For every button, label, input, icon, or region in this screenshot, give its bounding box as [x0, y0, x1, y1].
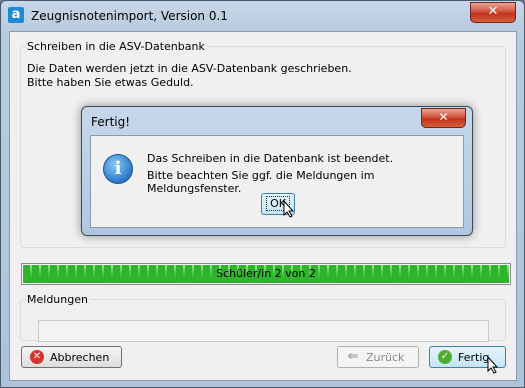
back-arrow-icon: ⇐	[347, 349, 359, 364]
title-bar[interactable]: a Zeugnisnotenimport, Version 0.1 ✕	[1, 1, 524, 31]
messages-legend: Meldungen	[25, 293, 90, 306]
back-button[interactable]: ⇐ Zurück	[337, 346, 419, 368]
progress-text: Schüler/in 2 von 2	[216, 267, 316, 280]
window-close-button[interactable]: ✕	[470, 2, 516, 23]
back-button-label: Zurück	[366, 351, 405, 364]
status-text-line1: Die Daten werden jetzt in die ASV-Datenb…	[27, 62, 352, 75]
progress-bar: Schüler/in 2 von 2	[21, 263, 511, 285]
finish-button-label: Fertig	[458, 351, 490, 364]
dialog-message-line1: Das Schreiben in die Datenbank ist beend…	[147, 152, 394, 165]
cancel-button[interactable]: ✕ Abbrechen	[21, 346, 122, 368]
dialog-title: Fertig!	[91, 115, 131, 129]
app-icon: a	[8, 7, 24, 23]
write-section-legend: Schreiben in die ASV-Datenbank	[25, 40, 207, 53]
check-icon: ✓	[438, 350, 452, 364]
cancel-button-label: Abbrechen	[50, 351, 110, 364]
messages-section: Meldungen	[20, 293, 506, 342]
mouse-cursor-icon	[487, 356, 499, 374]
dialog-close-button[interactable]: ✕	[421, 108, 466, 128]
cancel-icon: ✕	[30, 350, 44, 364]
dialog-message-line2: Bitte beachten Sie ggf. die Meldungen im…	[147, 169, 375, 195]
main-window: a Zeugnisnotenimport, Version 0.1 ✕ Schr…	[0, 0, 525, 388]
window-title: Zeugnisnotenimport, Version 0.1	[31, 9, 228, 23]
mouse-cursor-icon	[283, 200, 295, 218]
info-icon: i	[103, 154, 133, 184]
status-text-line2: Bitte haben Sie etwas Geduld.	[27, 76, 194, 89]
messages-area[interactable]	[38, 320, 489, 342]
dialog-body: i Das Schreiben in die Datenbank ist bee…	[90, 135, 464, 228]
finished-dialog: Fertig! ✕ i Das Schreiben in die Datenba…	[81, 106, 473, 236]
